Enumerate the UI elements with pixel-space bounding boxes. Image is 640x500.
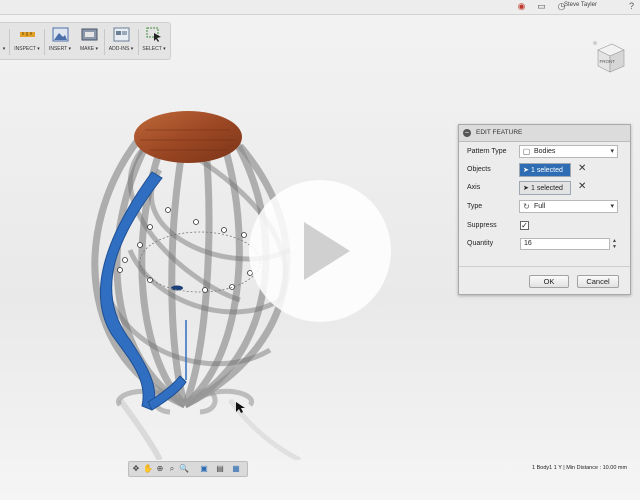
toolbar-insert-label: INSERT ▾ <box>48 46 72 52</box>
add-ins-icon <box>113 27 130 42</box>
pattern-type-value: Bodies <box>534 148 556 155</box>
visual-style-icon[interactable]: ▤ <box>215 464 225 474</box>
cursor-arrow-icon: ➤ <box>523 185 529 192</box>
insert-image-icon <box>52 27 69 42</box>
record-icon[interactable]: ◉ <box>516 1 527 12</box>
dialog-title: EDIT FEATURE <box>476 129 523 136</box>
orbit-icon[interactable]: ✥ <box>131 464 141 474</box>
pan-icon[interactable]: ⊕ <box>155 464 165 474</box>
zoom-icon[interactable]: 🔍 <box>179 464 189 474</box>
cursor-arrow-icon: ➤ <box>523 167 529 174</box>
play-icon <box>304 222 350 280</box>
toolbar-partial-group[interactable]: ▾ <box>0 27 8 57</box>
toolbar: ▾ INSPECT ▾ INSERT ▾ MAKE ▾ ADD-INS ▾ SE… <box>0 22 171 60</box>
suppress-label: Suppress <box>467 222 497 229</box>
pattern-type-row: Pattern Type ▢ Bodies ▾ <box>459 144 630 160</box>
quantity-input[interactable]: 16 <box>520 238 610 250</box>
grid-icon[interactable]: ▦ <box>231 464 241 474</box>
dialog-header: – EDIT FEATURE <box>459 125 630 142</box>
display-settings-icon[interactable]: ▣ <box>199 464 209 474</box>
clear-objects-icon[interactable]: ✕ <box>578 164 586 174</box>
dialog-footer: OK Cancel <box>459 266 630 295</box>
quantity-row: Quantity 16 ▲ ▼ <box>459 236 630 252</box>
toolbar-divider <box>104 29 105 55</box>
collapse-icon[interactable]: – <box>463 129 471 137</box>
axis-label: Axis <box>467 184 481 191</box>
bodies-icon: ▢ <box>522 147 531 156</box>
help-icon[interactable]: ? <box>626 1 637 12</box>
axis-selection-button[interactable]: ➤ 1 selected <box>519 181 571 195</box>
type-value: Full <box>534 203 546 210</box>
objects-selection-button[interactable]: ➤ 1 selected <box>519 163 571 177</box>
make-icon <box>81 27 98 42</box>
navigation-bar: ✥ ✋ ⊕ ⌕ 🔍 ▣ ▤ ▦ <box>128 461 248 477</box>
chat-icon[interactable]: ▭ <box>536 1 547 12</box>
toolbar-add-ins[interactable]: ADD-INS ▾ <box>107 27 135 57</box>
toolbar-divider <box>44 29 45 55</box>
user-name[interactable]: Steve Tayler <box>564 2 597 8</box>
rotate-icon: ↻ <box>523 202 530 211</box>
cancel-button[interactable]: Cancel <box>577 275 619 288</box>
axis-row: Axis ➤ 1 selected ✕ <box>459 180 630 196</box>
toolbar-inspect[interactable]: INSPECT ▾ <box>12 27 42 57</box>
clear-axis-icon[interactable]: ✕ <box>578 182 586 192</box>
quantity-label: Quantity <box>467 240 494 247</box>
toolbar-make-label: MAKE ▾ <box>79 46 99 52</box>
pattern-type-select[interactable]: ▢ Bodies ▾ <box>519 145 618 158</box>
axis-value: 1 selected <box>531 185 563 192</box>
type-label: Type <box>467 203 483 210</box>
type-select[interactable]: ↻ Full ▾ <box>519 200 618 213</box>
measure-icon <box>19 27 36 42</box>
hand-icon[interactable]: ✋ <box>143 464 153 474</box>
chevron-down-icon: ▾ <box>610 148 614 155</box>
video-play-button[interactable] <box>249 180 391 322</box>
toolbar-select[interactable]: SELECT ▾ <box>141 27 167 57</box>
objects-value: 1 selected <box>531 167 563 174</box>
quantity-stepper[interactable]: ▲ ▼ <box>612 238 617 250</box>
toolbar-divider <box>138 29 139 55</box>
zoom-window-icon[interactable]: ⌕ <box>167 464 177 474</box>
objects-label: Objects <box>467 166 491 173</box>
toolbar-divider <box>9 29 10 55</box>
toolbar-make[interactable]: MAKE ▾ <box>77 27 101 57</box>
edit-feature-dialog: – EDIT FEATURE Pattern Type ▢ Bodies ▾ O… <box>458 124 631 295</box>
ok-button[interactable]: OK <box>529 275 569 288</box>
toolbar-insert[interactable]: INSERT ▾ <box>47 27 73 57</box>
type-row: Type ↻ Full ▾ <box>459 199 630 215</box>
suppress-checkbox[interactable]: ✓ <box>520 221 529 230</box>
toolbar-add-ins-label: ADD-INS ▾ <box>108 46 134 52</box>
top-bar: ◉ ▭ ◷ Steve Tayler ? <box>0 0 640 15</box>
chevron-down-icon: ▾ <box>610 203 614 210</box>
toolbar-inspect-label: INSPECT ▾ <box>14 46 40 52</box>
select-icon <box>146 27 163 42</box>
objects-row: Objects ➤ 1 selected ✕ <box>459 162 630 178</box>
suppress-row: Suppress ✓ <box>459 218 630 234</box>
status-text: 1 Body1 1 Y | Min Distance : 10.00 mm <box>532 465 628 471</box>
pattern-type-label: Pattern Type <box>467 148 507 155</box>
toolbar-select-label: SELECT ▾ <box>142 46 166 52</box>
